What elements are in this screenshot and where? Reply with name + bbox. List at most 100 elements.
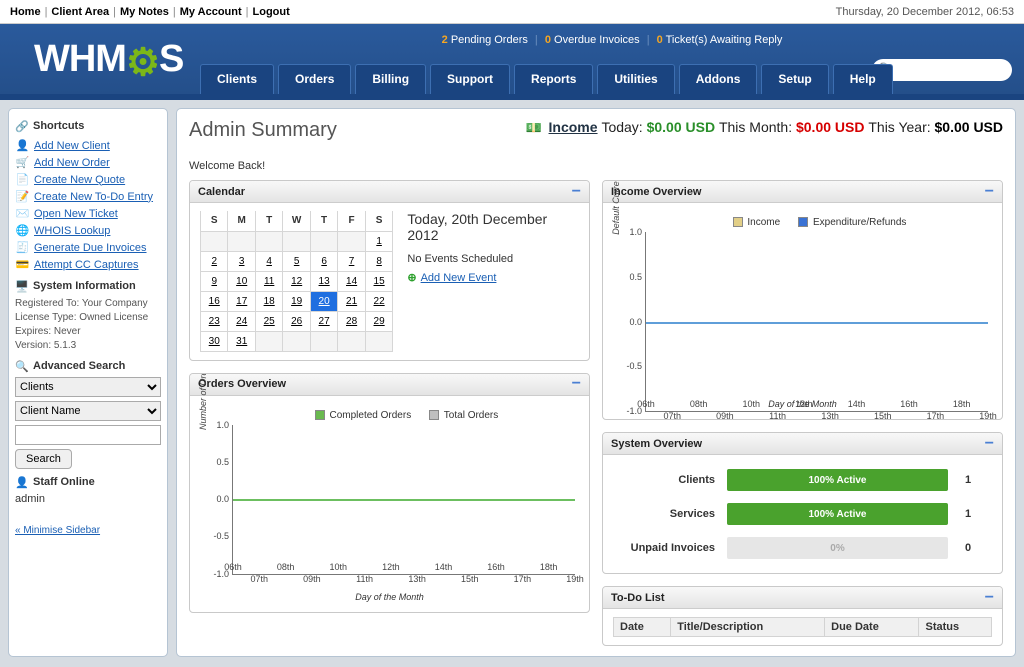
main-content: Admin Summary 💵 Income Today: $0.00 USD …: [176, 108, 1016, 657]
user-icon: 👤: [15, 475, 29, 489]
orders-overview-panel: Orders Overview− Completed Orders Total …: [189, 373, 590, 613]
calendar-day[interactable]: 13: [310, 271, 337, 291]
datetime: Thursday, 20 December 2012, 06:53: [836, 6, 1014, 18]
nav-support[interactable]: Support: [430, 64, 510, 94]
shortcut-icon: 📝: [15, 189, 30, 204]
orders-chart-ylabel: Number of Orders: [198, 373, 208, 449]
calendar-day[interactable]: 27: [310, 311, 337, 331]
income-link[interactable]: Income: [549, 119, 598, 135]
shortcut-item[interactable]: 🧾Generate Due Invoices: [15, 239, 161, 256]
orders-chart-legend: Completed Orders Total Orders: [232, 410, 575, 421]
calendar-day[interactable]: 18: [255, 291, 282, 311]
calendar-day[interactable]: 28: [338, 311, 365, 331]
nav-reports[interactable]: Reports: [514, 64, 593, 94]
collapse-icon[interactable]: −: [572, 377, 581, 391]
advsearch-domain-select[interactable]: Clients: [15, 377, 161, 397]
calendar-day[interactable]: 20: [310, 291, 337, 311]
sysinfo-block: Registered To: Your CompanyLicense Type:…: [15, 297, 161, 353]
calendar-day[interactable]: 26: [283, 311, 310, 331]
system-overview-title: System Overview: [611, 438, 702, 450]
calendar-day[interactable]: 3: [228, 251, 255, 271]
calendar-day[interactable]: 10: [228, 271, 255, 291]
calendar-dow-row: SMTWTFS: [201, 211, 393, 231]
calendar-day[interactable]: 22: [365, 291, 393, 311]
plus-icon: ⊕: [407, 271, 416, 284]
calendar-day[interactable]: 23: [201, 311, 228, 331]
search-input[interactable]: [896, 61, 1004, 79]
calendar-day[interactable]: 5: [283, 251, 310, 271]
nav-help[interactable]: Help: [833, 64, 893, 94]
add-event-link[interactable]: Add New Event: [421, 272, 497, 284]
advsearch-button[interactable]: Search: [15, 449, 72, 469]
collapse-icon[interactable]: −: [985, 437, 994, 451]
advsearch-field-select[interactable]: Client Name: [15, 401, 161, 421]
shortcut-item[interactable]: 🛒Add New Order: [15, 154, 161, 171]
money-icon: 💵: [525, 120, 541, 135]
topnav-links: Home|Client Area|My Notes|My Account|Log…: [10, 6, 290, 18]
shortcut-item[interactable]: ✉️Open New Ticket: [15, 205, 161, 222]
nav-clients[interactable]: Clients: [200, 64, 274, 94]
income-chart-legend: Income Expenditure/Refunds: [645, 217, 988, 228]
calendar-day[interactable]: 15: [365, 271, 393, 291]
calendar-day[interactable]: 6: [310, 251, 337, 271]
shortcut-item[interactable]: 📝Create New To-Do Entry: [15, 188, 161, 205]
calendar-day[interactable]: 9: [201, 271, 228, 291]
calendar-day[interactable]: 31: [228, 331, 255, 351]
income-chart-ylabel: Default Currency: [611, 180, 621, 256]
calendar-day[interactable]: 11: [255, 271, 282, 291]
shortcut-item[interactable]: 📄Create New Quote: [15, 171, 161, 188]
shortcut-item[interactable]: 💳Attempt CC Captures: [15, 256, 161, 273]
nav-orders[interactable]: Orders: [278, 64, 351, 94]
page-title: Admin Summary: [189, 119, 337, 142]
calendar-day[interactable]: 4: [255, 251, 282, 271]
logo: WHM⚙S: [0, 24, 183, 81]
overdue-invoices-count: 0: [545, 34, 551, 46]
topnav-client-area[interactable]: Client Area: [51, 6, 109, 18]
calendar-grid[interactable]: SMTWTFS123456789101112131415161718192021…: [200, 211, 393, 352]
advsearch-input[interactable]: [15, 425, 161, 445]
income-chart-xlabel: Day of the Month: [613, 399, 992, 409]
calendar-panel: Calendar− SMTWTFS12345678910111213141516…: [189, 180, 590, 361]
collapse-icon[interactable]: −: [985, 185, 994, 199]
topnav-my-notes[interactable]: My Notes: [120, 6, 169, 18]
calendar-day[interactable]: 21: [338, 291, 365, 311]
calendar-day[interactable]: 2: [201, 251, 228, 271]
orders-chart-plot: -1.0-0.50.00.51.006th07th08th09th10th11t…: [232, 425, 575, 575]
calendar-day[interactable]: 7: [338, 251, 365, 271]
nav-setup[interactable]: Setup: [761, 64, 828, 94]
staff-heading: 👤Staff Online: [15, 475, 161, 489]
calendar-day[interactable]: 29: [365, 311, 393, 331]
header: WHM⚙S 2 Pending Orders | 0 Overdue Invoi…: [0, 24, 1024, 94]
calendar-day[interactable]: 25: [255, 311, 282, 331]
topnav-home[interactable]: Home: [10, 6, 41, 18]
shortcut-item[interactable]: 🌐WHOIS Lookup: [15, 222, 161, 239]
shortcut-item[interactable]: 👤Add New Client: [15, 137, 161, 154]
calendar-day[interactable]: 14: [338, 271, 365, 291]
shortcuts-heading: 🔗Shortcuts: [15, 119, 161, 133]
nav-billing[interactable]: Billing: [355, 64, 426, 94]
calendar-day[interactable]: 12: [283, 271, 310, 291]
topnav-logout[interactable]: Logout: [253, 6, 290, 18]
calendar-day[interactable]: 17: [228, 291, 255, 311]
no-events-text: No Events Scheduled: [407, 253, 579, 265]
todo-header-row: DateTitle/DescriptionDue DateStatus: [614, 618, 992, 637]
nav-utilities[interactable]: Utilities: [597, 64, 674, 94]
calendar-day[interactable]: 16: [201, 291, 228, 311]
calendar-day[interactable]: 1: [365, 231, 393, 251]
calendar-today-label: Today, 20th December 2012: [407, 211, 579, 243]
calendar-day[interactable]: 8: [365, 251, 393, 271]
calendar-day[interactable]: 19: [283, 291, 310, 311]
awaiting-tickets-count: 0: [657, 34, 663, 46]
minimise-sidebar-link[interactable]: « Minimise Sidebar: [15, 525, 100, 536]
collapse-icon[interactable]: −: [985, 591, 994, 605]
shortcut-icon: 👤: [15, 138, 30, 153]
topnav-my-account[interactable]: My Account: [180, 6, 242, 18]
shortcut-icon: 🛒: [15, 155, 30, 170]
calendar-day[interactable]: 24: [228, 311, 255, 331]
calendar-day[interactable]: 30: [201, 331, 228, 351]
nav-addons[interactable]: Addons: [679, 64, 758, 94]
header-search[interactable]: [872, 59, 1012, 81]
sysov-row: Unpaid Invoices0%0: [613, 531, 992, 565]
collapse-icon[interactable]: −: [572, 185, 581, 199]
todo-panel: To-Do List− DateTitle/DescriptionDue Dat…: [602, 586, 1003, 646]
